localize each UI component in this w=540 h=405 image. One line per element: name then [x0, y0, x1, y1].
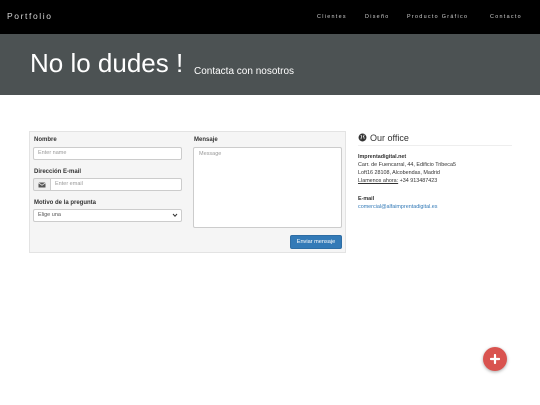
email-label: Dirección E-mail	[34, 169, 82, 175]
office-email-link[interactable]: comercial@alfaimprentadigital.es	[358, 204, 437, 210]
globe-icon	[358, 133, 367, 142]
message-textarea[interactable]: Message	[193, 147, 342, 228]
hero-title: No lo dudes !	[30, 48, 184, 78]
nav-item-contacto[interactable]: Contacto	[490, 14, 522, 20]
floating-add-button[interactable]	[483, 347, 507, 371]
office-address-line1: Carr. de Fuencarral, 44, Edificio Tribec…	[358, 162, 456, 168]
message-placeholder: Message	[199, 151, 222, 157]
email-addon	[33, 178, 51, 191]
plus-icon	[490, 354, 500, 364]
email-input[interactable]: Enter email	[50, 178, 182, 191]
name-placeholder: Enter name	[38, 150, 67, 156]
email-placeholder: Enter email	[55, 181, 83, 187]
reason-label: Motivo de la pregunta	[34, 200, 97, 206]
name-label: Nombre	[34, 137, 57, 143]
chevron-down-icon	[172, 213, 178, 217]
reason-selected-value: Elige una	[38, 212, 61, 218]
office-phone-row: Llamenos ahora: +34 913487423	[358, 178, 438, 184]
office-title: Our office	[370, 133, 409, 143]
reason-select[interactable]: Elige una	[33, 209, 182, 222]
office-company: Imprentadigital.net	[358, 154, 407, 160]
nav-item-diseno[interactable]: Diseño	[365, 14, 390, 20]
hero-subtitle: Contacta con nosotros	[194, 66, 295, 77]
name-input[interactable]: Enter name	[33, 147, 182, 160]
office-address-line2: Loft16 28108, Alcobendas, Madrid	[358, 170, 440, 176]
brand-link[interactable]: Portfolio	[7, 11, 53, 21]
envelope-icon	[38, 181, 46, 187]
phone-number: +34 913487423	[399, 178, 438, 184]
send-message-button[interactable]: Enviar mensaje	[290, 235, 342, 249]
email-heading: E-mail	[358, 196, 375, 202]
nav-item-producto-grafico[interactable]: Producto Gráfico	[407, 14, 468, 20]
nav-item-clientes[interactable]: Clientes	[317, 14, 347, 20]
phone-label: Llamenos ahora:	[358, 178, 399, 184]
top-navbar: Portfolio Clientes Diseño Producto Gráfi…	[0, 0, 540, 34]
message-label: Mensaje	[194, 137, 218, 143]
office-divider	[358, 145, 512, 146]
